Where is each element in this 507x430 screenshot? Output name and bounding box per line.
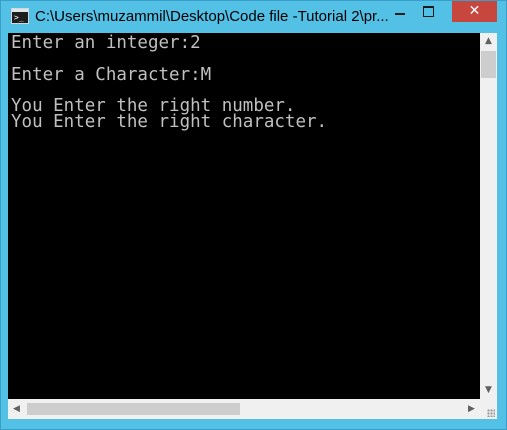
resize-grip-icon[interactable] [480, 399, 497, 419]
scroll-right-icon[interactable]: ▶ [463, 399, 480, 419]
console-line: Enter an integer:2 [11, 33, 201, 53]
close-icon: ✕ [468, 3, 481, 19]
maximize-button[interactable] [415, 1, 441, 22]
title-bar[interactable]: >_ C:\Users\muzammil\Desktop\Code file -… [1, 1, 506, 33]
vertical-scroll-thumb[interactable] [481, 51, 496, 78]
horizontal-scrollbar[interactable]: ◀ ▶ [8, 399, 480, 419]
horizontal-scroll-thumb[interactable] [27, 403, 240, 415]
minimize-button[interactable] [387, 1, 413, 22]
console-output[interactable]: Enter an integer:2 Enter a Character:M Y… [8, 33, 480, 399]
scroll-up-icon[interactable]: ▲ [480, 33, 497, 50]
prompt-glyph: >_ [14, 13, 24, 22]
console-app-icon[interactable]: >_ [11, 8, 29, 24]
scroll-left-icon[interactable]: ◀ [8, 399, 25, 419]
console-line: Enter a Character:M [11, 65, 212, 85]
maximize-icon [423, 6, 434, 17]
window-title: C:\Users\muzammil\Desktop\Code file -Tut… [35, 8, 389, 25]
close-button[interactable]: ✕ [452, 1, 497, 22]
console-line: You Enter the right character. [11, 112, 328, 132]
scroll-down-icon[interactable]: ▼ [480, 382, 497, 399]
minimize-icon [395, 13, 405, 15]
vertical-scrollbar[interactable]: ▲ ▼ [480, 33, 497, 399]
